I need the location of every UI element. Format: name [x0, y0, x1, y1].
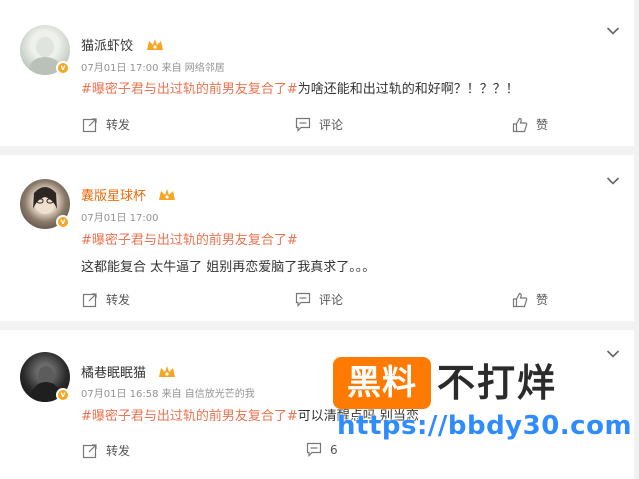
post-meta: 07月01日 16:58 来自 自信放光芒的我	[81, 389, 255, 400]
comment-label: 评论	[319, 118, 344, 132]
topic-link[interactable]: #曝密子君与出过轨的前男友复合了#	[81, 409, 298, 424]
repost-button[interactable]: 转发	[82, 291, 130, 308]
thumbs-up-icon	[512, 292, 528, 307]
like-label: 赞	[536, 118, 549, 132]
chevron-down-icon[interactable]	[606, 26, 620, 36]
topic-link[interactable]: #曝密子君与出过轨的前男友复合了#	[81, 233, 298, 248]
repost-label: 转发	[106, 118, 131, 132]
chevron-down-icon[interactable]	[606, 349, 620, 359]
topic-line: #曝密子君与出过轨的前男友复合了#	[81, 229, 298, 248]
repost-icon	[82, 443, 97, 458]
comment-card: v 橘巷眠眠猫 07月01日 16:58 来自 自信放光芒的我 #曝密子君与出过…	[0, 330, 634, 479]
comment-icon	[295, 292, 311, 307]
comment-icon	[295, 117, 311, 132]
verified-badge-icon: v	[56, 215, 70, 229]
like-button[interactable]: 赞	[512, 116, 548, 133]
repost-button[interactable]: 转发	[82, 442, 130, 459]
thumbs-up-icon	[512, 117, 528, 132]
repost-icon	[82, 292, 97, 307]
like-label: 赞	[536, 293, 549, 307]
comment-body: 这都能复合 太牛逼了 姐别再恋爱脑了我真求了。。。	[81, 260, 376, 275]
comment-body: 为啥还能和出过轨的和好啊？！？？！	[297, 82, 519, 97]
verified-badge-icon: v	[56, 388, 70, 402]
post-meta: 07月01日 17:00 来自 网络邻居	[81, 63, 225, 74]
chevron-down-icon[interactable]	[606, 176, 620, 186]
comment-body: 可以清醒点吗 别当恋	[297, 409, 419, 424]
comment-text: #曝密子君与出过轨的前男友复合了#可以清醒点吗 别当恋	[81, 405, 419, 424]
repost-label: 转发	[106, 293, 131, 307]
repost-icon	[82, 117, 97, 132]
comment-icon	[306, 442, 322, 457]
username[interactable]: 猫派虾饺	[81, 35, 133, 54]
repost-button[interactable]: 转发	[82, 116, 130, 133]
comment-card: v 猫派虾饺 07月01日 17:00 来自 网络邻居 #曝密子君与出过轨的前男…	[0, 0, 634, 146]
username[interactable]: 橘巷眠眠猫	[81, 362, 146, 381]
post-meta: 07月01日 17:00	[81, 213, 159, 224]
comment-label: 评论	[319, 293, 344, 307]
comment-button[interactable]: 评论	[295, 291, 343, 308]
like-button[interactable]: 赞	[512, 291, 548, 308]
crown-icon	[159, 366, 175, 377]
comment-card: v 囊版星球杯 07月01日 17:00 #曝密子君与出过轨的前男友复合了# 这…	[0, 155, 634, 321]
weibo-comment-feed: v 猫派虾饺 07月01日 17:00 来自 网络邻居 #曝密子君与出过轨的前男…	[0, 0, 639, 479]
comment-count: 6	[330, 442, 338, 457]
comment-text: #曝密子君与出过轨的前男友复合了#为啥还能和出过轨的和好啊？！？？！	[81, 78, 519, 97]
comment-button[interactable]: 6	[306, 442, 338, 457]
topic-link[interactable]: #曝密子君与出过轨的前男友复合了#	[81, 82, 298, 97]
username[interactable]: 囊版星球杯	[81, 185, 146, 204]
crown-icon	[159, 189, 175, 200]
comment-button[interactable]: 评论	[295, 116, 343, 133]
verified-badge-icon: v	[56, 61, 70, 75]
repost-label: 转发	[106, 444, 131, 458]
crown-icon	[147, 39, 163, 50]
